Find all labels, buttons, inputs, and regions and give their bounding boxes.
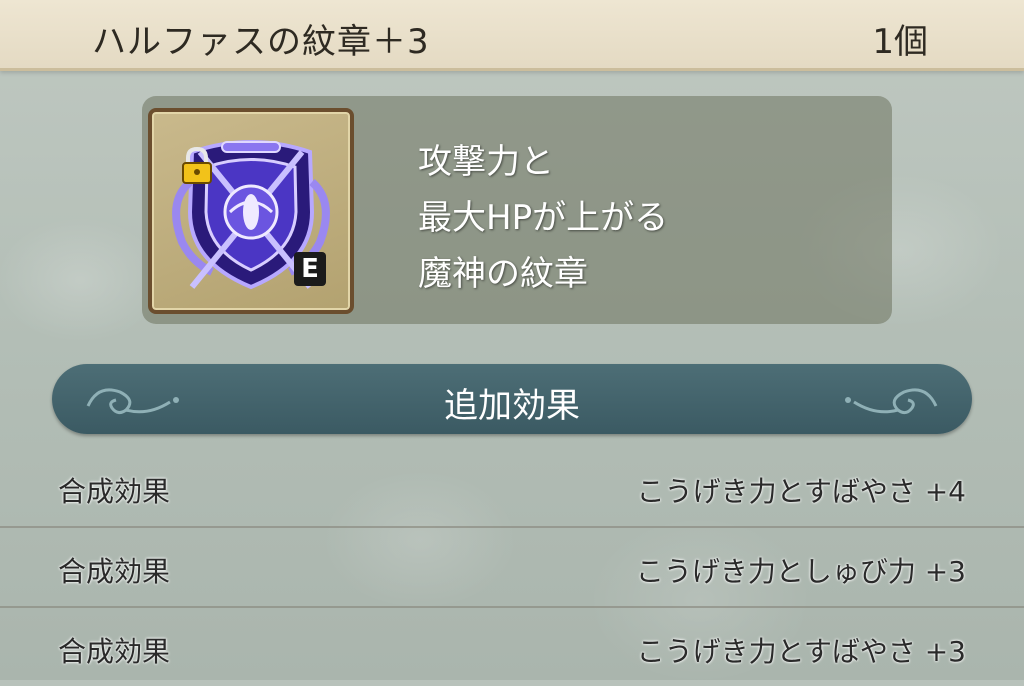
item-count: 1個 (872, 22, 928, 62)
effect-label: 合成効果 (58, 475, 171, 508)
effect-value: こうげき力としゅび力 +3 (635, 555, 966, 588)
effect-row: 合成効果 こうげき力としゅび力 +3 (0, 528, 1024, 608)
effect-label: 合成効果 (58, 635, 171, 668)
equipped-badge: E (294, 252, 326, 286)
description-line: 攻撃力と (418, 142, 554, 182)
additional-effects-header: 追加効果 (52, 364, 972, 434)
effect-value: こうげき力とすばやさ +3 (636, 635, 966, 668)
description-line: 最大HPが上がる (418, 198, 669, 238)
item-icon-frame[interactable]: E (148, 108, 354, 314)
effect-row: 合成効果 こうげき力とすばやさ +3 (0, 608, 1024, 686)
effect-label: 合成効果 (58, 555, 171, 588)
description-line: 魔神の紋章 (418, 254, 588, 294)
swirl-ornament-right-icon (845, 388, 938, 415)
section-title: 追加効果 (444, 386, 580, 426)
effect-row: 合成効果 こうげき力とすばやさ +4 (0, 448, 1024, 528)
item-description: 攻撃力と 最大HPが上がる 魔神の紋章 (418, 134, 668, 302)
item-name: ハルファスの紋章＋3 (92, 22, 430, 62)
item-header: ハルファスの紋章＋3 1個 (0, 0, 1024, 71)
lock-icon (182, 146, 212, 184)
effect-value: こうげき力とすばやさ +4 (636, 475, 966, 508)
